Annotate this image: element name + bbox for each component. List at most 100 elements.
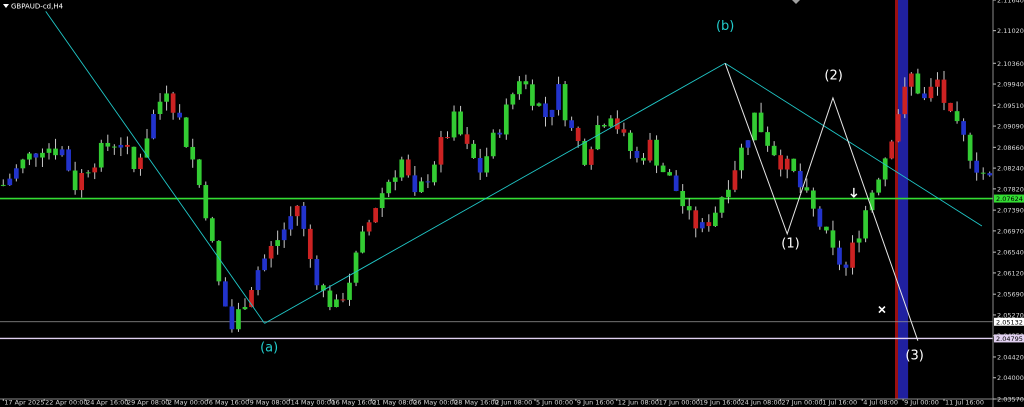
candle-body: [778, 155, 784, 170]
time-tick-label: 24 Apr 16:00: [86, 399, 128, 407]
wave-label: (a): [260, 341, 278, 356]
candle: [980, 167, 986, 180]
candle-body: [340, 299, 346, 301]
price-tick-label: 2.09940: [997, 81, 1024, 89]
candle-body: [608, 118, 614, 127]
candle-body: [242, 306, 248, 310]
candle: [706, 214, 712, 232]
elliott-wave-path[interactable]: [724, 63, 919, 341]
price-tick-label: 2.06970: [997, 227, 1024, 235]
candle-body: [471, 143, 476, 159]
candle-body: [294, 205, 300, 217]
candle: [464, 127, 470, 150]
candle-body: [451, 111, 457, 138]
candle-body: [647, 139, 653, 161]
candle: [438, 130, 444, 173]
candle: [183, 117, 189, 148]
symbol-menu-icon[interactable]: [3, 4, 9, 8]
candle: [510, 92, 516, 110]
candle: [79, 169, 85, 198]
candle-body: [366, 222, 372, 232]
candle: [562, 81, 568, 127]
candle-body: [373, 208, 378, 223]
close-marker-icon[interactable]: [878, 305, 886, 314]
candle: [105, 134, 111, 152]
candle: [111, 144, 117, 155]
candle: [699, 218, 705, 233]
wave-label: (b): [716, 19, 734, 34]
candle: [13, 164, 19, 182]
time-tick-label: 24 Jun 08:00: [740, 399, 781, 407]
sell-arrow-icon[interactable]: [850, 187, 858, 198]
candle-body: [125, 144, 130, 147]
candle-body: [935, 79, 940, 87]
candle: [294, 205, 300, 226]
candlestick-chart[interactable]: 2.11640 2.11020 2.10360 2.09940 2.09510 2.090…: [0, 0, 1024, 407]
candle: [373, 207, 378, 223]
trend-line[interactable]: [264, 62, 726, 324]
candle: [379, 187, 385, 217]
candle: [961, 118, 966, 142]
chart-window[interactable]: 2.11640 2.11020 2.10360 2.09940 2.09510 2.090…: [0, 0, 1024, 407]
candle: [392, 170, 398, 191]
candle: [739, 143, 744, 179]
time-tick-label: 11 Jul 16:00: [945, 399, 984, 407]
candle: [915, 68, 921, 95]
time-tick-label: 5 Jun 00:00: [536, 399, 573, 407]
chart-shift-marker-icon[interactable]: [792, 0, 800, 4]
candle-body: [425, 181, 431, 183]
candle: [876, 177, 882, 196]
candle-body: [281, 229, 287, 241]
candle: [941, 70, 947, 111]
candle-body: [693, 210, 699, 229]
price-level-tag-label: 2.05132: [996, 318, 1023, 326]
candle-body: [118, 144, 124, 148]
candle-body: [144, 138, 150, 158]
price-tick-label: 2.11640: [997, 0, 1024, 5]
candle-body: [307, 228, 313, 260]
candle-body: [223, 281, 228, 307]
candle: [974, 152, 980, 181]
candle: [98, 139, 104, 172]
candle-body: [595, 125, 601, 150]
trend-line[interactable]: [45, 11, 265, 324]
candle-body: [915, 73, 921, 94]
candle-body: [967, 134, 973, 161]
candle-body: [157, 101, 163, 114]
time-tick-label: 9 May 08:00: [250, 399, 290, 407]
candle: [125, 136, 130, 155]
candle: [536, 102, 542, 107]
candle: [778, 149, 784, 177]
price-tick-label: 2.06120: [997, 269, 1024, 277]
candle: [549, 109, 555, 126]
candle-body: [837, 247, 842, 265]
candle-body: [7, 178, 13, 186]
candle: [601, 123, 607, 128]
candle: [628, 130, 633, 159]
candle: [713, 206, 718, 227]
candle-body: [386, 181, 392, 194]
candle-body: [902, 86, 908, 115]
candle: [588, 146, 594, 170]
candle-body: [719, 197, 725, 213]
candle: [59, 146, 65, 157]
candle-body: [817, 208, 823, 227]
candle-body: [961, 121, 966, 135]
time-tick-label: 27 Jun 00:00: [781, 399, 822, 407]
time-tick-label: 29 Apr 08:00: [127, 399, 169, 407]
candle: [458, 105, 463, 136]
candle-body: [987, 173, 993, 176]
candle-body: [497, 132, 503, 135]
candle-body: [784, 158, 790, 170]
candle: [366, 219, 372, 236]
candle-body: [830, 230, 836, 248]
candle-body: [889, 141, 895, 159]
price-tick-label: 2.11020: [997, 27, 1024, 35]
candle: [66, 145, 71, 172]
candle-body: [33, 153, 39, 158]
candle: [405, 154, 411, 178]
price-level-tag-label: 2.07624: [996, 195, 1023, 203]
candle: [660, 162, 666, 173]
candle-body: [562, 84, 568, 121]
candle-body: [229, 306, 235, 330]
